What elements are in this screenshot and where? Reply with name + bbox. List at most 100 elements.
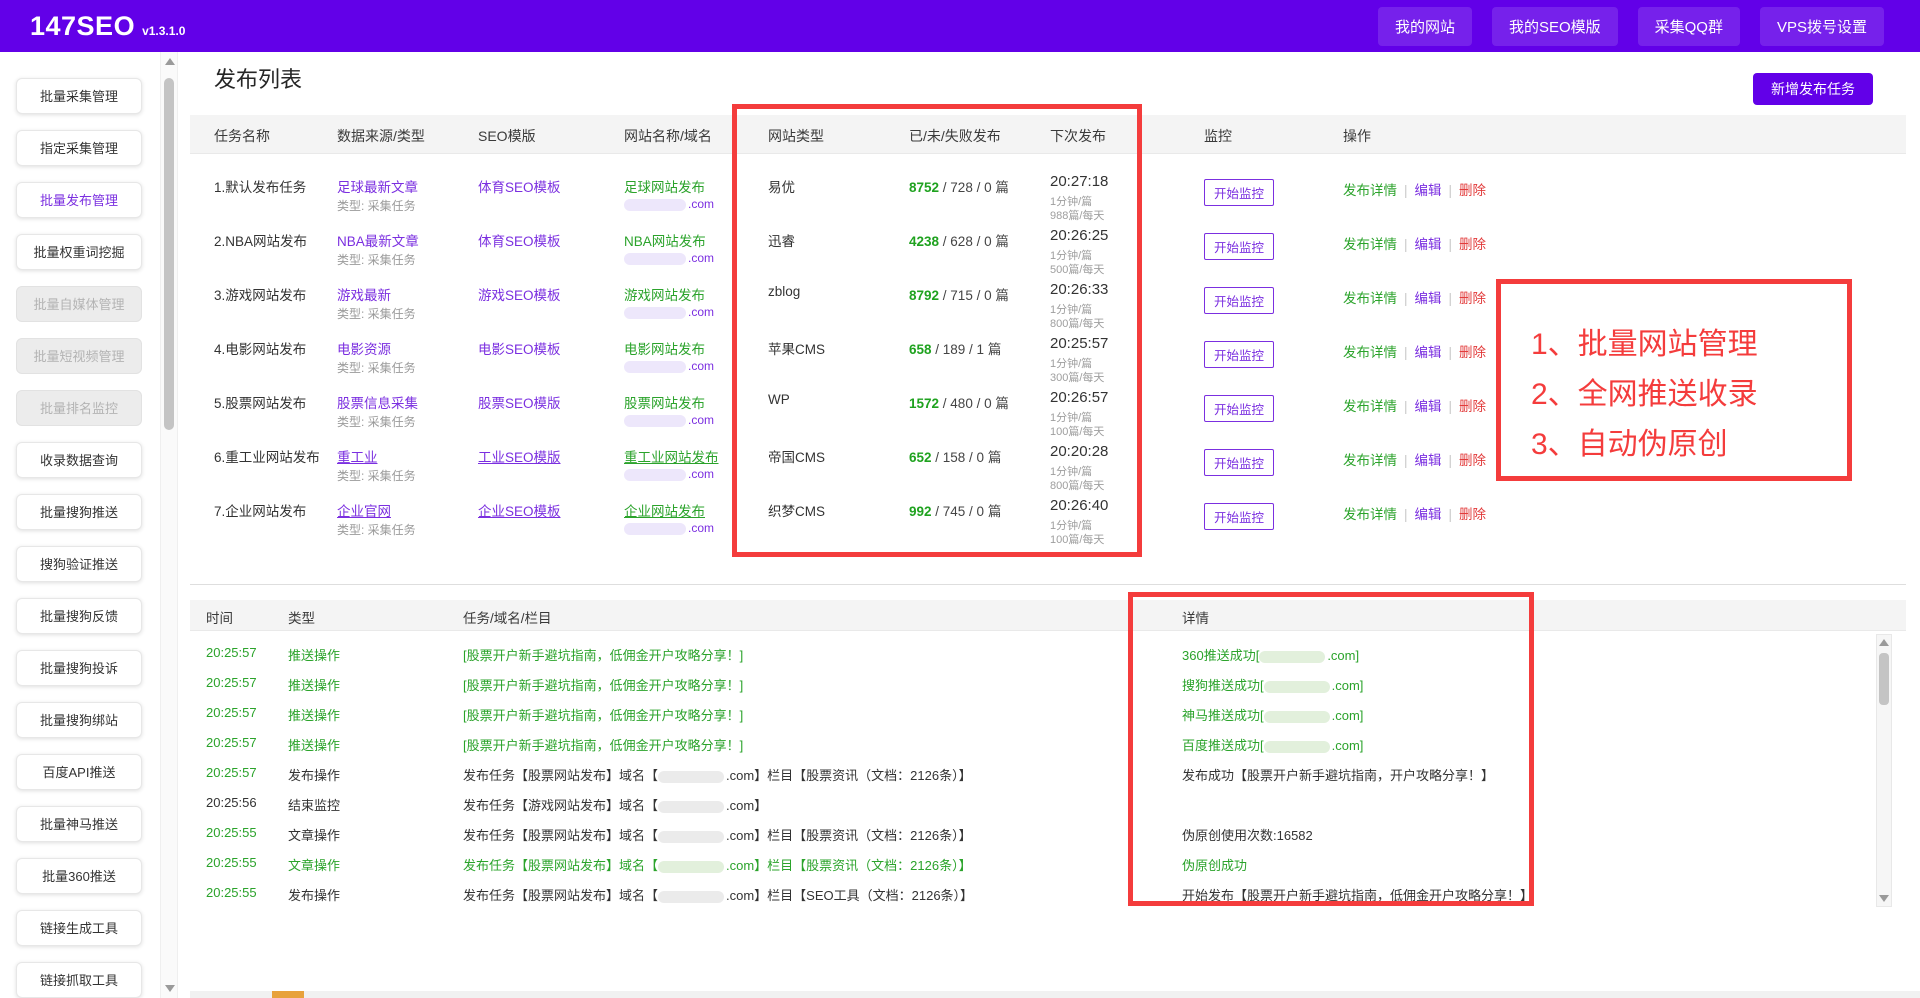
sidebar-item-sogou-verify-push[interactable]: 搜狗验证推送 xyxy=(16,546,142,582)
sidebar-item-link-generate[interactable]: 链接生成工具 xyxy=(16,910,142,946)
cms-type: 苹果CMS xyxy=(768,338,825,358)
edit-link[interactable]: 编辑 xyxy=(1415,507,1442,522)
edit-link[interactable]: 编辑 xyxy=(1415,399,1442,414)
edit-link[interactable]: 编辑 xyxy=(1415,345,1442,360)
source-link[interactable]: 足球最新文章 xyxy=(337,180,418,195)
template-link[interactable]: 游戏SEO模板 xyxy=(478,288,561,303)
template-link[interactable]: 体育SEO模板 xyxy=(478,234,561,249)
source-link[interactable]: 股票信息采集 xyxy=(337,396,418,411)
edit-link[interactable]: 编辑 xyxy=(1415,183,1442,198)
site-link[interactable]: 重工业网站发布 xyxy=(624,450,719,465)
scrollbar-thumb[interactable] xyxy=(1879,653,1889,705)
censored-domain-blur xyxy=(624,523,686,535)
site-domain: .com xyxy=(624,197,714,211)
publish-detail-link[interactable]: 发布详情 xyxy=(1343,507,1397,522)
scrollbar-thumb[interactable] xyxy=(164,78,174,430)
edit-link[interactable]: 编辑 xyxy=(1415,291,1442,306)
publish-detail-link[interactable]: 发布详情 xyxy=(1343,345,1397,360)
delete-link[interactable]: 删除 xyxy=(1459,183,1486,198)
template-link[interactable]: 企业SEO模板 xyxy=(478,504,561,519)
source-type: 类型: 采集任务 xyxy=(337,251,416,268)
sidebar-item-link-grab[interactable]: 链接抓取工具 xyxy=(16,962,142,998)
scroll-up-icon[interactable] xyxy=(1879,639,1889,646)
delete-link[interactable]: 删除 xyxy=(1459,345,1486,360)
sidebar-item-sogou-bind[interactable]: 批量搜狗绑站 xyxy=(16,702,142,738)
sidebar-item-shenma-push[interactable]: 批量神马推送 xyxy=(16,806,142,842)
log-row: 20:25:55 文章操作 发布任务【股票网站发布】域名【.com】栏目【股票资… xyxy=(190,818,1906,848)
source-link[interactable]: 企业官网 xyxy=(337,504,391,519)
delete-link[interactable]: 删除 xyxy=(1459,399,1486,414)
sidebar-item-batch-publish[interactable]: 批量发布管理 xyxy=(16,182,142,218)
scroll-down-icon[interactable] xyxy=(1879,895,1889,902)
sidebar-item-sogou-complaint[interactable]: 批量搜狗投诉 xyxy=(16,650,142,686)
publish-detail-link[interactable]: 发布详情 xyxy=(1343,183,1397,198)
censored-domain-blur xyxy=(658,891,724,903)
sidebar-item-360-push[interactable]: 批量360推送 xyxy=(16,858,142,894)
template-link[interactable]: 工业SEO模版 xyxy=(478,450,561,465)
delete-link[interactable]: 删除 xyxy=(1459,291,1486,306)
start-monitor-button[interactable]: 开始监控 xyxy=(1204,341,1274,368)
add-publish-task-button[interactable]: 新增发布任务 xyxy=(1753,73,1873,105)
task-name: 3.游戏网站发布 xyxy=(214,284,306,304)
source-link[interactable]: 电影资源 xyxy=(337,342,391,357)
delete-link[interactable]: 删除 xyxy=(1459,507,1486,522)
site-link[interactable]: 股票网站发布 xyxy=(624,396,705,411)
start-monitor-button[interactable]: 开始监控 xyxy=(1204,233,1274,260)
col-data-source: 数据来源/类型 xyxy=(337,126,425,146)
annotation-box: 1、批量网站管理 2、全网推送收录 3、自动伪原创 xyxy=(1496,279,1852,481)
col-seo-template: SEO模版 xyxy=(478,126,536,146)
nav-vps-dial-settings[interactable]: VPS拨号设置 xyxy=(1760,7,1884,46)
site-link[interactable]: 游戏网站发布 xyxy=(624,288,705,303)
delete-link[interactable]: 删除 xyxy=(1459,453,1486,468)
horizontal-scrollbar[interactable] xyxy=(190,991,1920,998)
source-type: 类型: 采集任务 xyxy=(337,197,416,214)
log-scrollbar[interactable] xyxy=(1876,634,1892,907)
sidebar-item-sogou-feedback[interactable]: 批量搜狗反馈 xyxy=(16,598,142,634)
publish-detail-link[interactable]: 发布详情 xyxy=(1343,453,1397,468)
start-monitor-button[interactable]: 开始监控 xyxy=(1204,503,1274,530)
censored-domain-blur xyxy=(658,831,724,843)
start-monitor-button[interactable]: 开始监控 xyxy=(1204,449,1274,476)
source-link[interactable]: NBA最新文章 xyxy=(337,234,419,249)
publish-detail-link[interactable]: 发布详情 xyxy=(1343,399,1397,414)
col-site-domain: 网站名称/域名 xyxy=(624,126,712,146)
publish-detail-link[interactable]: 发布详情 xyxy=(1343,237,1397,252)
nav-qq-group[interactable]: 采集QQ群 xyxy=(1638,7,1740,46)
site-link[interactable]: NBA网站发布 xyxy=(624,234,706,249)
sidebar-item-sogou-push[interactable]: 批量搜狗推送 xyxy=(16,494,142,530)
publish-detail-link[interactable]: 发布详情 xyxy=(1343,291,1397,306)
log-type: 结束监控 xyxy=(288,795,340,814)
start-monitor-button[interactable]: 开始监控 xyxy=(1204,395,1274,422)
template-link[interactable]: 体育SEO模板 xyxy=(478,180,561,195)
delete-link[interactable]: 删除 xyxy=(1459,237,1486,252)
nav-my-sites[interactable]: 我的网站 xyxy=(1378,7,1472,46)
horizontal-scrollbar-thumb[interactable] xyxy=(272,991,304,998)
template-link[interactable]: 股票SEO模版 xyxy=(478,396,561,411)
row-actions: 发布详情|编辑|删除 xyxy=(1343,395,1486,415)
edit-link[interactable]: 编辑 xyxy=(1415,237,1442,252)
template-link[interactable]: 电影SEO模板 xyxy=(478,342,561,357)
site-domain: .com xyxy=(624,251,714,265)
source-link[interactable]: 游戏最新 xyxy=(337,288,391,303)
next-publish-time: 20:26:33 xyxy=(1050,281,1108,298)
log-task: [股票开户新手避坑指南，低佣金开户攻略分享！] xyxy=(463,675,743,694)
sidebar-scrollbar[interactable] xyxy=(160,52,178,998)
nav-my-seo-templates[interactable]: 我的SEO模版 xyxy=(1492,7,1618,46)
start-monitor-button[interactable]: 开始监控 xyxy=(1204,179,1274,206)
sidebar-item-index-query[interactable]: 收录数据查询 xyxy=(16,442,142,478)
source-link[interactable]: 重工业 xyxy=(337,450,378,465)
edit-link[interactable]: 编辑 xyxy=(1415,453,1442,468)
scroll-up-icon[interactable] xyxy=(165,58,175,65)
sidebar-item-baidu-api-push[interactable]: 百度API推送 xyxy=(16,754,142,790)
site-link[interactable]: 足球网站发布 xyxy=(624,180,705,195)
censored-domain-blur xyxy=(1264,711,1330,723)
start-monitor-button[interactable]: 开始监控 xyxy=(1204,287,1274,314)
site-link[interactable]: 企业网站发布 xyxy=(624,504,705,519)
sidebar-item-keyword-mining[interactable]: 批量权重词挖掘 xyxy=(16,234,142,270)
scroll-down-icon[interactable] xyxy=(165,985,175,992)
sidebar-item-batch-collect[interactable]: 批量采集管理 xyxy=(16,78,142,114)
log-task: 发布任务【股票网站发布】域名【.com】栏目【股票资讯（文档：2126条）】 xyxy=(463,765,972,784)
daily-quota: 100篇/每天 xyxy=(1050,531,1104,547)
sidebar-item-assigned-collect[interactable]: 指定采集管理 xyxy=(16,130,142,166)
site-link[interactable]: 电影网站发布 xyxy=(624,342,705,357)
